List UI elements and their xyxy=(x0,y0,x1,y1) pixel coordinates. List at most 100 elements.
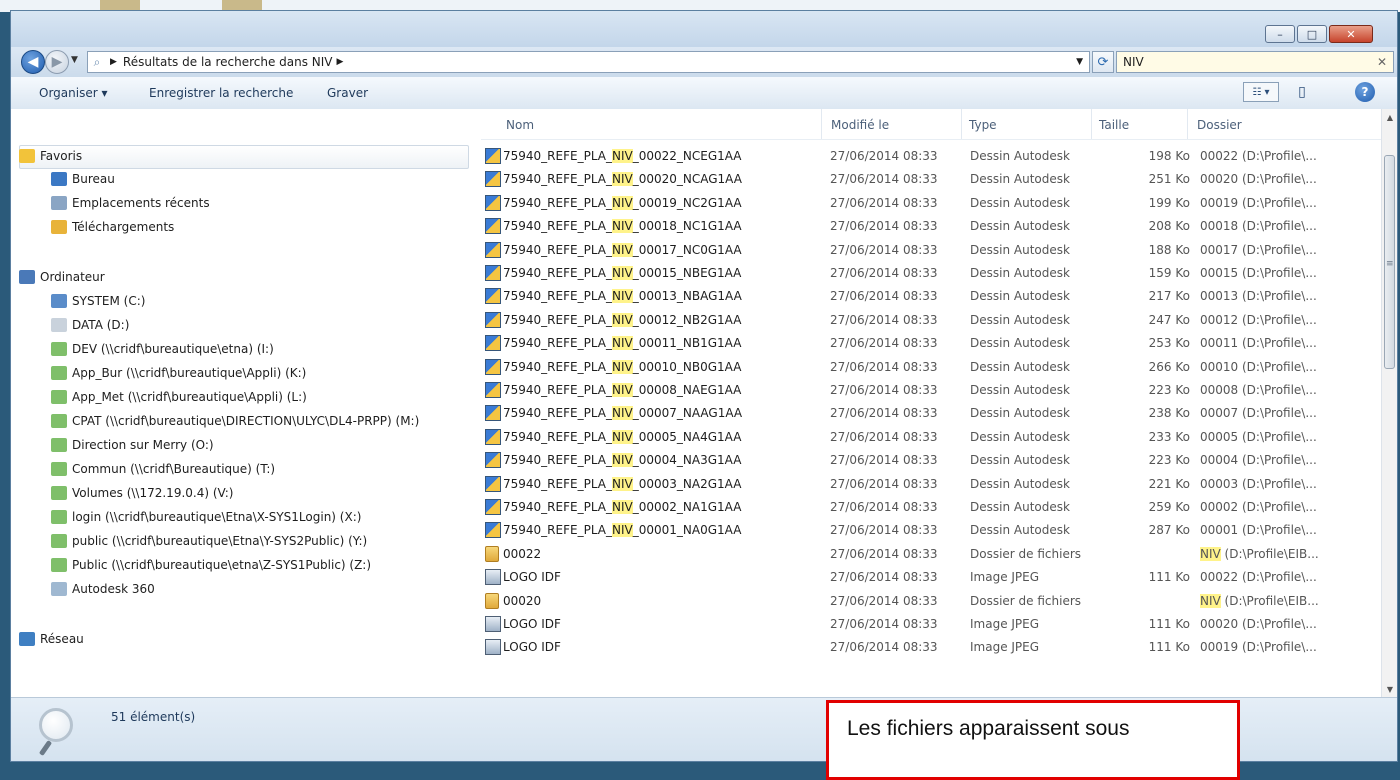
nav-drive-item[interactable]: public (\\cridf\bureautique\Etna\Y-SYS2P… xyxy=(51,531,367,551)
file-row[interactable]: 75940_REFE_PLA_NIV_00022_NCEG1AA 27/06/20… xyxy=(481,145,1381,167)
file-row[interactable]: 75940_REFE_PLA_NIV_00018_NC1G1AA 27/06/20… xyxy=(481,215,1381,237)
clear-search-icon[interactable]: ✕ xyxy=(1377,55,1387,69)
autodesk-drawing-icon xyxy=(485,405,501,422)
file-name: LOGO IDF xyxy=(503,617,561,631)
address-row: ◀ ▶ ▼ ⌕ ▶ Résultats de la recherche dans… xyxy=(11,47,1397,77)
file-folder: 00019 (D:\Profile\... xyxy=(1200,195,1317,210)
file-row[interactable]: 75940_REFE_PLA_NIV_00008_NAEG1AA 27/06/20… xyxy=(481,379,1381,401)
file-folder: 00003 (D:\Profile\... xyxy=(1200,476,1317,491)
file-row[interactable]: LOGO IDF 27/06/2014 08:33 Image JPEG 111 Ko… xyxy=(481,636,1381,658)
file-row[interactable]: 75940_REFE_PLA_NIV_00004_NA3G1AA 27/06/20… xyxy=(481,449,1381,471)
burn-button[interactable]: Graver xyxy=(327,86,368,100)
file-size: 233 Ko xyxy=(1148,429,1190,444)
nav-drive-item[interactable]: Autodesk 360 xyxy=(51,579,155,599)
organize-button[interactable]: Organiser ▾ xyxy=(39,86,107,100)
maximize-button[interactable]: □ xyxy=(1297,25,1327,43)
breadcrumb-chevron-icon[interactable]: ▶ xyxy=(337,57,344,67)
file-folder: 00002 (D:\Profile\... xyxy=(1200,500,1317,514)
network-drive-icon xyxy=(51,558,67,572)
file-modified: 27/06/2014 08:33 xyxy=(830,593,938,608)
help-button[interactable]: ? xyxy=(1355,82,1375,102)
file-row[interactable]: 75940_REFE_PLA_NIV_00001_NA0G1AA 27/06/20… xyxy=(481,519,1381,541)
star-icon xyxy=(19,149,35,163)
nav-computer[interactable]: Ordinateur xyxy=(19,267,105,287)
autodesk-drawing-icon xyxy=(485,194,501,211)
file-type: Dessin Autodesk xyxy=(970,289,1070,304)
nav-favorite-item[interactable]: Bureau xyxy=(51,169,115,189)
file-modified: 27/06/2014 08:33 xyxy=(830,617,938,631)
file-type: Dessin Autodesk xyxy=(970,336,1070,351)
nav-drive-item[interactable]: login (\\cridf\bureautique\Etna\X-SYS1Lo… xyxy=(51,507,361,527)
nav-drive-item[interactable]: Commun (\\cridf\Bureautique) (T:) xyxy=(51,459,275,479)
file-folder: 00019 (D:\Profile\... xyxy=(1200,640,1317,655)
file-row[interactable]: 75940_REFE_PLA_NIV_00011_NB1G1AA 27/06/20… xyxy=(481,332,1381,354)
file-row[interactable]: LOGO IDF 27/06/2014 08:33 Image JPEG 111 Ko… xyxy=(481,613,1381,635)
file-row[interactable]: 00020 27/06/2014 08:33 Dossier de fichiers… xyxy=(481,590,1381,612)
network-drive-icon xyxy=(51,342,67,356)
file-folder: 00001 (D:\Profile\... xyxy=(1200,523,1317,538)
nav-drive-item[interactable]: CPAT (\\cridf\bureautique\DIRECTION\ULYC… xyxy=(51,411,419,431)
column-header-name[interactable]: Nom xyxy=(506,118,534,132)
nav-network[interactable]: Réseau xyxy=(19,629,84,649)
file-row[interactable]: 00022 27/06/2014 08:33 Dossier de fichiers… xyxy=(481,543,1381,565)
address-path[interactable]: Résultats de la recherche dans NIV xyxy=(123,55,333,69)
file-name: 75940_REFE_PLA_NIV_00019_NC2G1AA xyxy=(503,195,742,210)
nav-drive-item[interactable]: DEV (\\cridf\bureautique\etna) (I:) xyxy=(51,339,274,359)
scroll-up-icon[interactable]: ▲ xyxy=(1382,109,1397,125)
save-search-button[interactable]: Enregistrer la recherche xyxy=(149,86,293,100)
nav-drive-item[interactable]: Volumes (\\172.19.0.4) (V:) xyxy=(51,483,233,503)
nav-drive-item[interactable]: SYSTEM (C:) xyxy=(51,291,145,311)
file-type: Dessin Autodesk xyxy=(970,312,1070,327)
navigation-pane: Favoris Bureau Emplacements récents Télécha… xyxy=(11,109,482,697)
file-type: Dessin Autodesk xyxy=(970,429,1070,444)
file-type: Dessin Autodesk xyxy=(970,242,1070,257)
file-row[interactable]: LOGO IDF 27/06/2014 08:33 Image JPEG 111 Ko… xyxy=(481,566,1381,588)
vertical-scrollbar[interactable]: ▲ ≡ ▼ xyxy=(1381,109,1397,697)
address-bar[interactable]: ⌕ ▶ Résultats de la recherche dans NIV ▶… xyxy=(87,51,1090,73)
search-input[interactable]: NIV ✕ xyxy=(1116,51,1394,73)
nav-favorites[interactable]: Favoris xyxy=(19,146,82,166)
nav-drive-item[interactable]: Public (\\cridf\bureautique\etna\Z-SYS1P… xyxy=(51,555,371,575)
file-row[interactable]: 75940_REFE_PLA_NIV_00007_NAAG1AA 27/06/20… xyxy=(481,402,1381,424)
address-dropdown-icon[interactable]: ▼ xyxy=(1076,57,1083,67)
file-row[interactable]: 75940_REFE_PLA_NIV_00019_NC2G1AA 27/06/20… xyxy=(481,192,1381,214)
minimize-button[interactable]: – xyxy=(1265,25,1295,43)
change-view-button[interactable]: ☷ ▾ xyxy=(1243,82,1279,102)
column-header-size[interactable]: Taille xyxy=(1099,118,1129,132)
file-row[interactable]: 75940_REFE_PLA_NIV_00013_NBAG1AA 27/06/20… xyxy=(481,285,1381,307)
file-size: 111 Ko xyxy=(1148,640,1190,655)
file-row[interactable]: 75940_REFE_PLA_NIV_00017_NC0G1AA 27/06/20… xyxy=(481,239,1381,261)
nav-drive-item[interactable]: App_Met (\\cridf\bureautique\Appli) (L:) xyxy=(51,387,307,407)
preview-pane-icon[interactable]: ▯ xyxy=(1291,82,1313,102)
file-name: 75940_REFE_PLA_NIV_00005_NA4G1AA xyxy=(503,429,742,444)
file-row[interactable]: 75940_REFE_PLA_NIV_00010_NB0G1AA 27/06/20… xyxy=(481,356,1381,378)
refresh-button[interactable]: ⟳ xyxy=(1092,51,1114,73)
nav-item-label: Ordinateur xyxy=(40,270,105,284)
nav-favorite-item[interactable]: Emplacements récents xyxy=(51,193,210,213)
breadcrumb-chevron-icon[interactable]: ▶ xyxy=(110,57,117,67)
file-type: Dessin Autodesk xyxy=(970,406,1070,421)
nav-drive-item[interactable]: App_Bur (\\cridf\bureautique\Appli) (K:) xyxy=(51,363,306,383)
file-row[interactable]: 75940_REFE_PLA_NIV_00002_NA1G1AA 27/06/20… xyxy=(481,496,1381,518)
file-row[interactable]: 75940_REFE_PLA_NIV_00020_NCAG1AA 27/06/20… xyxy=(481,168,1381,190)
back-button[interactable]: ◀ xyxy=(21,50,45,74)
column-header-type[interactable]: Type xyxy=(969,118,997,132)
file-row[interactable]: 75940_REFE_PLA_NIV_00005_NA4G1AA 27/06/20… xyxy=(481,426,1381,448)
file-row[interactable]: 75940_REFE_PLA_NIV_00003_NA2G1AA 27/06/20… xyxy=(481,473,1381,495)
close-button[interactable]: ✕ xyxy=(1329,25,1373,43)
column-header-modified[interactable]: Modifié le xyxy=(831,118,889,132)
jpeg-image-icon xyxy=(485,616,501,632)
forward-button[interactable]: ▶ xyxy=(45,50,69,74)
recent-pages-dropdown-icon[interactable]: ▼ xyxy=(71,55,78,65)
file-modified: 27/06/2014 08:33 xyxy=(830,149,938,163)
file-row[interactable]: 75940_REFE_PLA_NIV_00015_NBEG1AA 27/06/20… xyxy=(481,262,1381,284)
column-header-folder[interactable]: Dossier xyxy=(1197,118,1242,132)
scroll-down-icon[interactable]: ▼ xyxy=(1382,681,1397,697)
nav-item-label: Réseau xyxy=(40,632,84,646)
autodesk-drawing-icon xyxy=(485,148,501,164)
nav-drive-item[interactable]: DATA (D:) xyxy=(51,315,129,335)
autodesk-drawing-icon xyxy=(485,311,501,328)
nav-favorite-item[interactable]: Téléchargements xyxy=(51,217,174,237)
file-row[interactable]: 75940_REFE_PLA_NIV_00012_NB2G1AA 27/06/20… xyxy=(481,309,1381,331)
nav-drive-item[interactable]: Direction sur Merry (O:) xyxy=(51,435,214,455)
